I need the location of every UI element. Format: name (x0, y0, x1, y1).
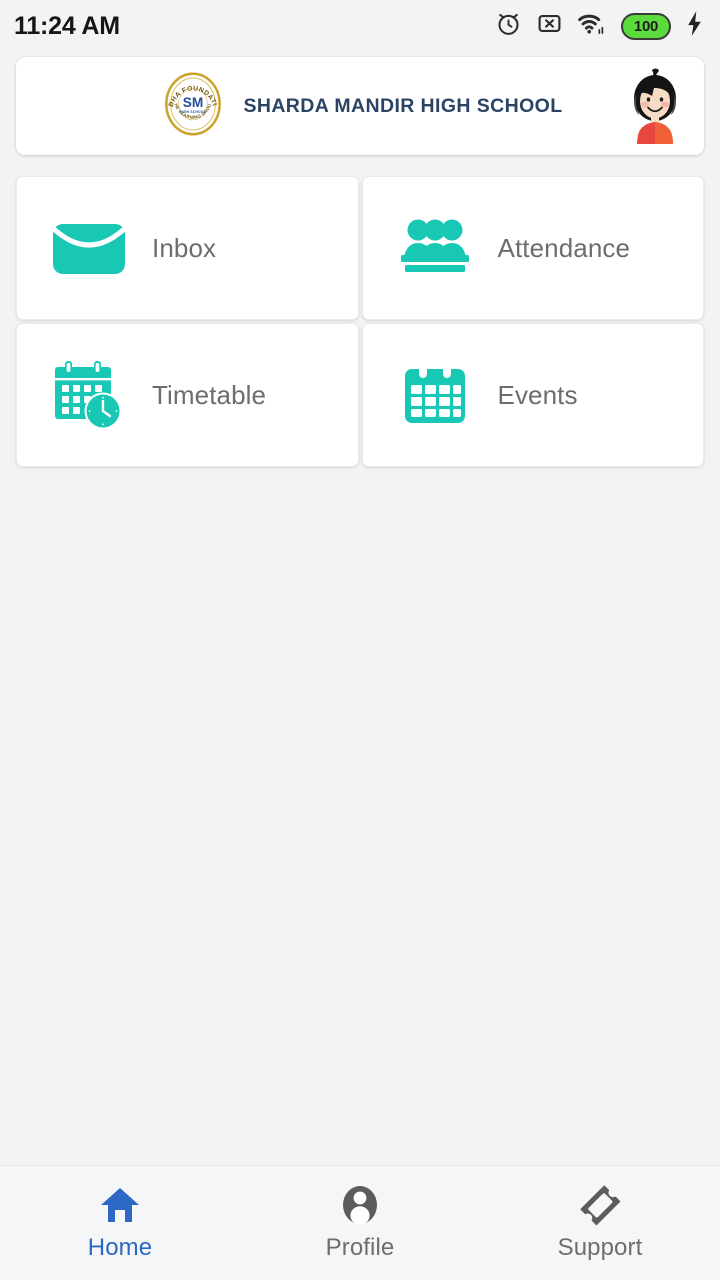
status-icons: 100 (495, 10, 704, 42)
menu-label-timetable: Timetable (152, 379, 267, 410)
menu-label-events: Events (497, 379, 578, 410)
menu-label-inbox: Inbox (152, 232, 217, 263)
nav-label-support: Support (557, 1234, 643, 1261)
charging-bolt-icon (685, 10, 704, 42)
nav-item-profile[interactable]: Profile (240, 1183, 480, 1262)
home-icon (99, 1183, 141, 1227)
x-box-icon (536, 10, 563, 42)
menu-card-timetable[interactable]: Timetable (16, 323, 359, 467)
battery-icon: 100 (621, 12, 671, 40)
ticket-icon (579, 1183, 621, 1227)
person-circle-icon (340, 1183, 380, 1227)
calendar-clock-icon (50, 356, 128, 434)
nav-item-support[interactable]: Support (480, 1183, 720, 1262)
menu-card-inbox[interactable]: Inbox (16, 176, 359, 320)
bottom-navigation: Home Profile Support (0, 1165, 720, 1280)
menu-grid: Inbox Attendance Timetable Events (16, 176, 704, 467)
people-group-icon (396, 209, 474, 287)
menu-card-attendance[interactable]: Attendance (361, 176, 704, 320)
avatar[interactable] (624, 66, 686, 146)
envelope-icon (50, 209, 128, 287)
status-time: 11:24 AM (14, 11, 120, 40)
menu-card-events[interactable]: Events (361, 323, 704, 467)
svg-text:HIGH SCHOOL: HIGH SCHOOL (181, 110, 207, 114)
wifi-icon (577, 10, 607, 42)
menu-label-attendance: Attendance (497, 232, 631, 263)
nav-item-home[interactable]: Home (0, 1183, 240, 1262)
nav-label-home: Home (87, 1234, 153, 1261)
alarm-icon (495, 10, 522, 42)
school-logo-icon: LODHA FOUNDATION THE LEARNING GROUP SM H… (155, 63, 229, 145)
school-name-title: SHARDA MANDIR HIGH SCHOOL (243, 94, 563, 117)
status-bar: 11:24 AM 100 (0, 0, 720, 52)
battery-level: 100 (633, 17, 659, 35)
svg-text:SM: SM (183, 94, 204, 109)
calendar-icon (396, 356, 474, 434)
school-header-card: LODHA FOUNDATION THE LEARNING GROUP SM H… (16, 57, 704, 155)
nav-label-profile: Profile (325, 1234, 395, 1261)
brand-group: LODHA FOUNDATION THE LEARNING GROUP SM H… (16, 63, 704, 145)
